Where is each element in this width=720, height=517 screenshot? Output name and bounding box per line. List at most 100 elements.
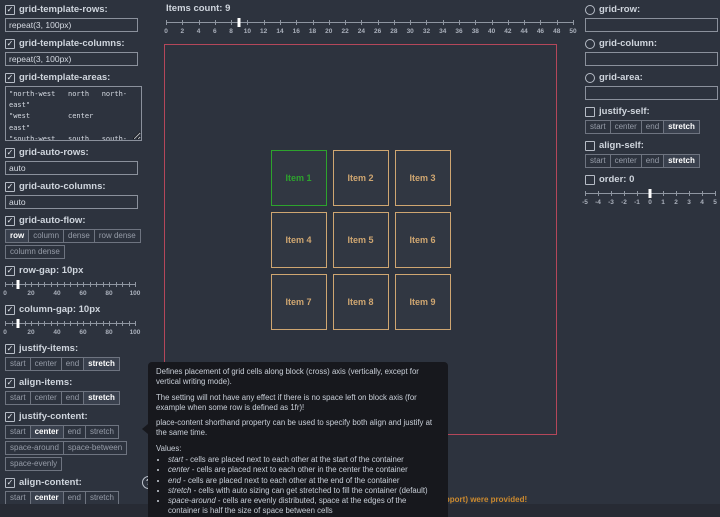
section-column-gap: ✓ column-gap: 10px 020406080100 — [5, 304, 155, 337]
slider-thumb-items-count[interactable] — [238, 18, 241, 27]
label-grid-column: grid-column: — [599, 38, 657, 49]
tooltip-value: start - cells are placed next to each ot… — [168, 455, 440, 465]
button-grid-auto-flow-dense[interactable]: dense — [63, 229, 95, 243]
checkbox-grid-area[interactable] — [585, 73, 595, 83]
grid-item-6[interactable]: Item 6 — [395, 212, 451, 268]
button-align-items-start[interactable]: start — [5, 391, 31, 405]
section-justify-items: ✓ justify-items: startcenterendstretch — [5, 343, 155, 371]
checkbox-align-self[interactable] — [585, 141, 595, 151]
button-align-items-stretch[interactable]: stretch — [83, 391, 120, 405]
button-grid-auto-flow-column-dense[interactable]: column dense — [5, 245, 65, 259]
checkbox-justify-self[interactable] — [585, 107, 595, 117]
section-align-self: align-self:startcenterendstretch — [585, 140, 715, 168]
checkbox-grid-auto-flow[interactable]: ✓ — [5, 216, 15, 226]
tooltip-value: space-around - cells are evenly distribu… — [168, 496, 440, 517]
button-justify-items-center[interactable]: center — [30, 357, 62, 371]
buttons-justify-self: startcenterendstretch — [585, 120, 720, 134]
section-row-gap: ✓row-gap: 10px020406080100 — [5, 265, 155, 298]
label-grid-row: grid-row: — [599, 4, 640, 15]
label-justify-self: justify-self: — [599, 106, 650, 117]
checkbox-grid-auto-rows[interactable]: ✓ — [5, 148, 15, 158]
tooltip-value: end - cells are placed next to each othe… — [168, 476, 440, 486]
section-grid-column: grid-column: — [585, 38, 715, 66]
input-grid-auto-columns[interactable] — [5, 195, 138, 209]
label-grid-auto-columns: grid-auto-columns: — [19, 181, 106, 192]
button-grid-auto-flow-row-dense[interactable]: row dense — [94, 229, 141, 243]
button-justify-self-stretch[interactable]: stretch — [663, 120, 700, 134]
button-align-items-end[interactable]: end — [61, 391, 84, 405]
checkbox-order[interactable] — [585, 175, 595, 185]
right-panel: grid-row:grid-column:grid-area:justify-s… — [580, 0, 720, 217]
checkbox-grid-column[interactable] — [585, 39, 595, 49]
grid-item-3[interactable]: Item 3 — [395, 150, 451, 206]
slider-row-gap[interactable]: 020406080100 — [5, 279, 135, 298]
label-grid-template-columns: grid-template-columns: — [19, 38, 125, 49]
button-justify-self-end[interactable]: end — [641, 120, 664, 134]
section-grid-template-areas: ✓grid-template-areas: — [5, 72, 155, 141]
checkbox-row-gap[interactable]: ✓ — [5, 266, 15, 276]
grid-item-4[interactable]: Item 4 — [271, 212, 327, 268]
checkbox-justify-content[interactable]: ✓ — [5, 412, 15, 422]
grid-item-2[interactable]: Item 2 — [333, 150, 389, 206]
label-column-gap: column-gap: 10px — [19, 304, 100, 315]
section-grid-template-rows: ✓grid-template-rows: — [5, 4, 155, 32]
button-justify-items-stretch[interactable]: stretch — [83, 357, 120, 371]
button-justify-content-stretch[interactable]: stretch — [85, 425, 119, 439]
tooltip-values: start - cells are placed next to each ot… — [156, 455, 440, 517]
button-justify-items-start[interactable]: start — [5, 357, 31, 371]
button-align-items-center[interactable]: center — [30, 391, 62, 405]
grid-item-9[interactable]: Item 9 — [395, 274, 451, 330]
input-grid-column[interactable] — [585, 52, 718, 66]
button-justify-content-start[interactable]: start — [5, 425, 31, 439]
tooltip-paragraph: The setting will not have any effect if … — [156, 393, 440, 414]
slider-order[interactable]: -5-4-3-2-1012345 — [585, 188, 715, 207]
slider-thumb-row-gap[interactable] — [17, 280, 20, 289]
checkbox-justify-items[interactable]: ✓ — [5, 344, 15, 354]
buttons-justify-content: startcenterendstretch space-aroundspace-b… — [5, 425, 144, 471]
input-grid-template-columns[interactable] — [5, 52, 138, 66]
left-panel: ✓grid-template-rows:✓grid-template-colum… — [0, 0, 160, 517]
button-justify-self-center[interactable]: center — [610, 120, 642, 134]
button-justify-items-end[interactable]: end — [61, 357, 84, 371]
button-justify-self-start[interactable]: start — [585, 120, 611, 134]
input-grid-template-rows[interactable] — [5, 18, 138, 32]
grid-item-7[interactable]: Item 7 — [271, 274, 327, 330]
section-grid-auto-columns: ✓ grid-auto-columns: — [5, 181, 155, 209]
grid-item-1[interactable]: Item 1 — [271, 150, 327, 206]
button-grid-auto-flow-row[interactable]: row — [5, 229, 29, 243]
button-align-self-center[interactable]: center — [610, 154, 642, 168]
checkbox-grid-auto-columns[interactable]: ✓ — [5, 182, 15, 192]
align-content-tooltip: Defines placement of grid cells along bl… — [148, 362, 448, 517]
button-align-self-end[interactable]: end — [641, 154, 664, 168]
checkbox-grid-template-rows[interactable]: ✓ — [5, 5, 15, 15]
items-count-slider-holder: 0246810121416182022242628303234363840424… — [160, 17, 580, 36]
button-align-self-start[interactable]: start — [585, 154, 611, 168]
button-grid-auto-flow-column[interactable]: column — [28, 229, 64, 243]
textarea-grid-template-areas[interactable] — [5, 86, 142, 141]
button-justify-content-space-evenly[interactable]: space-evenly — [5, 457, 62, 471]
section-grid-row: grid-row: — [585, 4, 715, 32]
grid-item-5[interactable]: Item 5 — [333, 212, 389, 268]
button-justify-content-space-around[interactable]: space-around — [5, 441, 64, 455]
input-grid-area[interactable] — [585, 86, 718, 100]
checkbox-grid-template-areas[interactable]: ✓ — [5, 73, 15, 83]
button-justify-content-center[interactable]: center — [30, 425, 64, 439]
button-align-self-stretch[interactable]: stretch — [663, 154, 700, 168]
grid-item-8[interactable]: Item 8 — [333, 274, 389, 330]
slider-column-gap[interactable]: 020406080100 — [5, 318, 135, 337]
checkbox-column-gap[interactable]: ✓ — [5, 305, 15, 315]
buttons-justify-items: startcenterendstretch — [5, 357, 144, 371]
button-justify-content-space-between[interactable]: space-between — [63, 441, 127, 455]
checkbox-align-content[interactable]: ✓ — [5, 478, 15, 488]
checkbox-grid-row[interactable] — [585, 5, 595, 15]
slider-thumb-order[interactable] — [649, 189, 652, 198]
label-justify-items: justify-items: — [19, 343, 78, 354]
section-align-items: ✓align-items:startcenterendstretch — [5, 377, 155, 405]
slider-items-count[interactable]: 0246810121416182022242628303234363840424… — [166, 17, 573, 36]
checkbox-align-items[interactable]: ✓ — [5, 378, 15, 388]
checkbox-grid-template-columns[interactable]: ✓ — [5, 39, 15, 49]
input-grid-auto-rows[interactable] — [5, 161, 138, 175]
slider-thumb-column-gap[interactable] — [17, 319, 20, 328]
button-justify-content-end[interactable]: end — [63, 425, 86, 439]
input-grid-row[interactable] — [585, 18, 718, 32]
